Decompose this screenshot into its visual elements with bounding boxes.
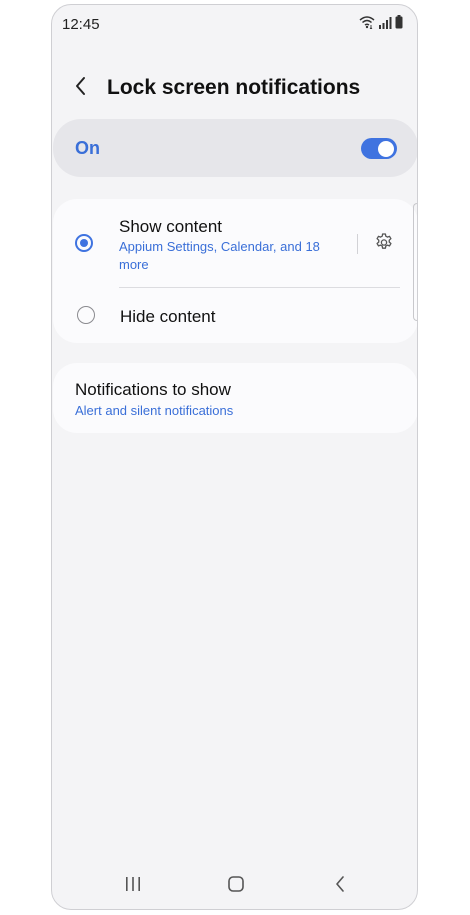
status-time: 12:45 [62,16,100,33]
navigation-bar [52,863,417,909]
scrollbar[interactable] [413,203,417,321]
status-bar: 12:45 [52,5,417,45]
vertical-divider [357,234,358,254]
option-show-content[interactable]: Show content Appium Settings, Calendar, … [53,199,417,287]
back-icon [334,875,346,898]
notifications-to-show-title: Notifications to show [75,380,231,399]
recents-icon [124,876,142,897]
show-content-settings-button[interactable] [372,232,396,256]
option-title: Show content [119,217,223,236]
chevron-left-icon [74,76,88,101]
phone-screen: 12:45 Lock screen notifications On Show … [51,4,418,910]
option-subtitle: Appium Settings, Calendar, and 18 more [119,239,320,272]
master-switch-label: On [75,138,100,158]
status-icons [359,15,403,34]
content-options-card: Show content Appium Settings, Calendar, … [53,199,417,343]
home-button[interactable] [221,871,251,901]
notifications-to-show-row[interactable]: Notifications to show Alert and silent n… [53,363,417,433]
signal-icon [378,16,392,34]
toggle-knob [378,140,394,157]
page-title: Lock screen notifications [107,76,361,99]
option-title: Hide content [120,307,216,326]
back-button[interactable] [66,73,96,103]
home-icon [227,875,245,898]
battery-icon [395,15,403,34]
option-hide-content[interactable]: Hide content [53,288,417,343]
wifi-icon [359,15,375,34]
recents-button[interactable] [118,871,148,901]
gear-icon [374,232,394,257]
header: Lock screen notifications [52,65,417,109]
master-switch-row[interactable]: On [53,119,417,177]
radio-hide-content[interactable] [77,306,95,324]
nav-back-button[interactable] [325,871,355,901]
notifications-to-show-value: Alert and silent notifications [75,403,234,418]
radio-show-content[interactable] [75,234,93,252]
master-toggle[interactable] [361,138,397,159]
